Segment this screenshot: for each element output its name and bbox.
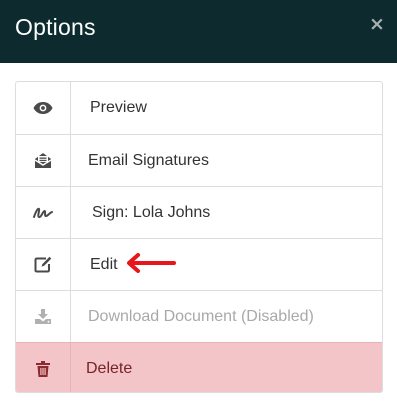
- option-email-signatures[interactable]: Email Signatures: [16, 134, 382, 186]
- options-dialog: Options × Preview Email Signatures Sign:…: [0, 0, 397, 408]
- option-delete[interactable]: Delete: [16, 342, 382, 392]
- option-preview[interactable]: Preview: [16, 82, 382, 134]
- option-edit[interactable]: Edit: [16, 238, 382, 290]
- trash-icon: [36, 360, 50, 377]
- dialog-header: Options ×: [0, 0, 397, 63]
- option-download-document: Download Document (Disabled): [16, 290, 382, 342]
- annotation-arrow-icon: [127, 253, 176, 273]
- option-label: Sign: Lola Johns: [92, 203, 211, 221]
- edit-icon: [34, 256, 52, 273]
- option-label: Preview: [90, 99, 147, 116]
- dialog-title: Options: [15, 14, 96, 40]
- option-sign[interactable]: Sign: Lola Johns: [16, 186, 382, 238]
- envelope-open-icon: [34, 152, 52, 169]
- options-list: Preview Email Signatures Sign: Lola John…: [15, 81, 383, 393]
- option-label: Download Document (Disabled): [88, 307, 314, 325]
- signature-icon: [32, 206, 54, 220]
- option-label: Delete: [86, 359, 133, 377]
- download-icon: [34, 308, 52, 325]
- close-button[interactable]: ×: [368, 13, 386, 35]
- option-label: Email Signatures: [88, 151, 209, 169]
- option-label: Edit: [90, 255, 118, 273]
- eye-icon: [33, 101, 53, 115]
